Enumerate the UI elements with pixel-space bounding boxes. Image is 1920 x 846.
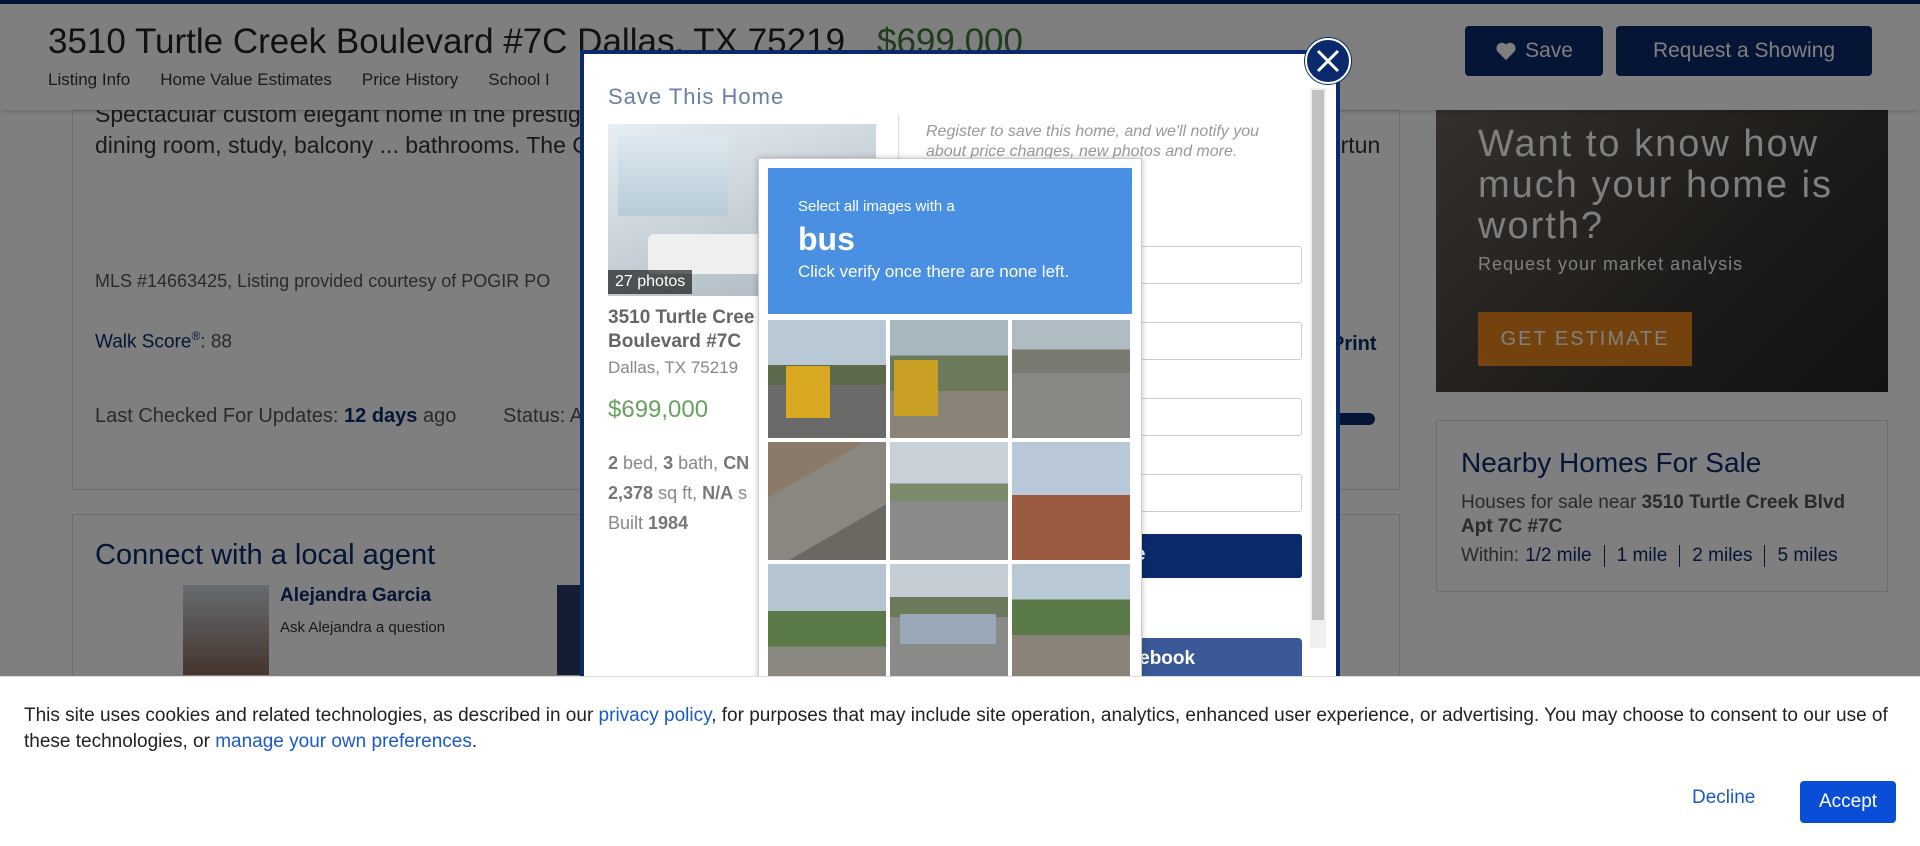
captcha-tile[interactable] [890,564,1008,682]
modal-address-line-1: 3510 Turtle Cree [608,307,755,328]
captcha-keyword: bus [798,221,855,257]
captcha-header: Select all images with a bus Click verif… [768,168,1132,314]
captcha-tile[interactable] [1012,564,1130,682]
baths-value: 3 [663,453,674,473]
close-x-icon [1316,49,1340,73]
manage-preferences-link[interactable]: manage your own preferences [215,731,472,752]
captcha-tile[interactable] [890,442,1008,560]
decline-button[interactable]: Decline [1692,781,1755,815]
captcha-tile[interactable] [768,320,886,438]
modal-specs: 2 bed, 3 bath, CN 2,378 sq ft, N/A s Bui… [608,453,750,533]
captcha-tile[interactable] [1012,442,1130,560]
modal-title: Save This Home [608,84,785,109]
captcha-hint: Click verify once there are none left. [798,262,1070,281]
captcha-tile[interactable] [768,564,886,682]
photo-count-badge: 27 photos [608,270,693,294]
modal-address: 3510 Turtle Cree Boulevard #7C [608,306,768,354]
captcha-tile[interactable] [890,320,1008,438]
captcha-instruction: Select all images with a [798,198,955,215]
privacy-policy-link[interactable]: privacy policy [599,705,712,726]
modal-city: Dallas, TX 75219 [608,358,739,377]
close-icon[interactable] [1305,38,1351,84]
built-year: 1984 [648,513,689,533]
captcha-challenge: Select all images with a bus Click verif… [758,158,1142,688]
modal-address-line-2: Boulevard #7C [608,331,742,352]
captcha-tile[interactable] [768,442,886,560]
sqft-value: 2,378 [608,483,654,503]
accept-button[interactable]: Accept [1800,781,1896,823]
register-text: Register to save this home, and we'll no… [926,123,1259,160]
cookie-text: This site uses cookies and related techn… [24,705,1888,752]
modal-scrollbar-thumb[interactable] [1312,90,1324,620]
modal-price: $699,000 [608,396,709,423]
captcha-image-grid [768,320,1132,682]
captcha-tile[interactable] [1012,320,1130,438]
cookie-banner: This site uses cookies and related techn… [0,676,1920,846]
beds-value: 2 [608,453,619,473]
